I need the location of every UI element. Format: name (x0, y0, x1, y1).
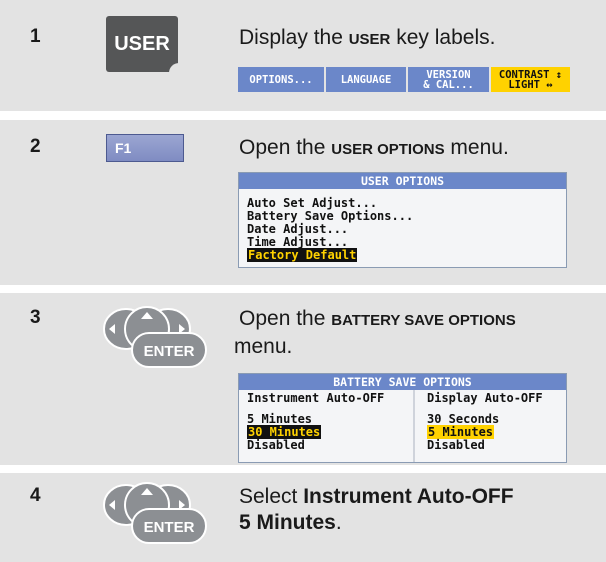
navigation-pad-icon[interactable]: ENTER (96, 305, 208, 369)
battery-save-options-panel: BATTERY SAVE OPTIONS Instrument Auto-OFF… (238, 373, 567, 463)
instrument-auto-off-column: Instrument Auto-OFF 5 Minutes 30 Minutes… (239, 390, 415, 462)
softkey-cal-label: & CAL... (423, 78, 474, 91)
softkey-contrast-label: CONTRAST ↕ (498, 68, 563, 81)
softkey-contrast-light[interactable]: CONTRAST ↕ LIGHT ↔ (491, 67, 570, 92)
softkey-version-cal[interactable]: VERSION & CAL... (408, 67, 489, 92)
step-4-text-bold1: Instrument Auto-OFF (303, 485, 514, 508)
step-3-number: 3 (30, 307, 41, 328)
f1-key-label: F1 (115, 140, 132, 156)
f1-key[interactable]: F1 (106, 134, 184, 162)
softkey-version-label: VERSION (426, 68, 471, 81)
step-1-text-key: USER (348, 31, 391, 48)
softkey-options[interactable]: OPTIONS... (238, 67, 324, 92)
step-1-text-after: key labels. (390, 26, 496, 49)
step-4-text-before: Select (239, 485, 304, 508)
softkey-options-label: OPTIONS... (249, 73, 313, 86)
user-options-title: USER OPTIONS (239, 173, 566, 189)
enter-key-label: ENTER (144, 519, 195, 536)
step-2-number: 2 (30, 136, 41, 157)
enter-key-label: ENTER (144, 343, 195, 360)
navigation-pad-icon[interactable]: ENTER (96, 481, 208, 545)
step-1-text-before: Display the (239, 26, 349, 49)
user-key[interactable]: USER (106, 16, 179, 73)
softkey-language[interactable]: LANGUAGE (326, 67, 406, 92)
step-1-number: 1 (30, 26, 41, 47)
step-2-instruction: Open the USER OPTIONS menu. (239, 135, 509, 163)
step-4-instruction: Select Instrument Auto-OFF 5 Minutes. (239, 484, 579, 536)
step-2-text-key: USER OPTIONS (331, 141, 445, 158)
display-auto-off-column: Display Auto-OFF 30 Seconds 5 Minutes Di… (415, 390, 543, 462)
step-3-instruction: Open the BATTERY SAVE OPTIONS menu. (234, 306, 579, 360)
step-3-text-key: BATTERY SAVE OPTIONS (331, 312, 516, 329)
instrument-option-disabled[interactable]: Disabled (247, 439, 413, 452)
display-option-disabled[interactable]: Disabled (427, 439, 543, 452)
step-4-text-after: . (335, 511, 342, 534)
display-option-5min[interactable]: 5 Minutes (427, 425, 495, 439)
step-4-text-bold2: 5 Minutes (239, 511, 336, 534)
softkey-bar: OPTIONS... LANGUAGE VERSION & CAL... CONT… (238, 67, 570, 92)
user-key-label: USER (114, 32, 170, 55)
step-4-number: 4 (30, 485, 41, 506)
softkey-language-label: LANGUAGE (340, 73, 392, 86)
instrument-auto-off-title: Instrument Auto-OFF (247, 391, 385, 405)
step-1-band (0, 0, 606, 111)
step-3-text-before: Open the (239, 307, 332, 330)
step-2-text-after: menu. (444, 136, 509, 159)
user-options-menu: USER OPTIONS Auto Set Adjust... Battery … (238, 172, 567, 268)
softkey-light-label: LIGHT ↔ (508, 78, 553, 91)
battery-save-options-title: BATTERY SAVE OPTIONS (239, 374, 566, 390)
menu-item-factory-default[interactable]: Factory Default (247, 248, 358, 262)
display-auto-off-title: Display Auto-OFF (427, 391, 543, 405)
step-3-text-after: menu. (234, 335, 293, 358)
step-2-text-before: Open the (239, 136, 332, 159)
step-1-instruction: Display the USER key labels. (239, 25, 495, 53)
instrument-option-30min[interactable]: 30 Minutes (247, 425, 322, 439)
